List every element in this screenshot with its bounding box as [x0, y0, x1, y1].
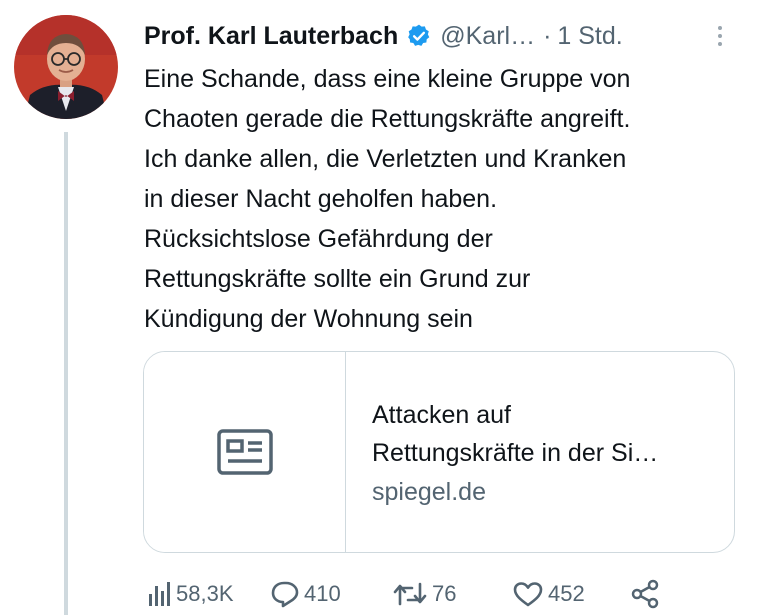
reply-count: 410 [304, 581, 341, 606]
tweet-timestamp[interactable]: 1 Std. [557, 22, 622, 51]
profile-photo [14, 15, 118, 119]
tweet-text-line: Rettungskräfte sollte ein Grund zur [144, 265, 531, 293]
more-options-icon[interactable] [712, 22, 728, 50]
thread-line [64, 132, 68, 615]
link-card-body: Attacken auf Rettungskräfte in der Si… s… [372, 396, 722, 510]
like-count: 452 [548, 581, 585, 606]
verified-badge-icon [406, 23, 432, 49]
views-count: 58,3K [176, 581, 234, 606]
article-icon [216, 429, 273, 475]
views-button[interactable]: 58,3K [146, 578, 234, 610]
link-card-thumbnail [144, 352, 346, 552]
avatar[interactable] [14, 15, 118, 119]
share-button[interactable] [630, 578, 660, 610]
tweet-actions: 58,3K 410 76 452 [146, 578, 746, 610]
retweet-count: 76 [432, 581, 457, 606]
tweet-text-line: Eine Schande, dass eine kleine Gruppe vo… [144, 65, 631, 93]
tweet-text-line: Ich danke allen, die Verletzten und Kran… [144, 145, 627, 173]
share-icon [631, 579, 659, 609]
link-preview-card[interactable]: Attacken auf Rettungskräfte in der Si… s… [143, 351, 735, 553]
reply-icon [271, 581, 299, 608]
like-icon [513, 582, 543, 607]
author-handle[interactable]: @Karl… [440, 22, 535, 51]
link-card-title: Rettungskräfte in der Si… [372, 439, 659, 467]
retweet-icon [393, 582, 427, 606]
link-card-title: Attacken auf [372, 401, 511, 429]
retweet-button[interactable]: 76 [392, 578, 456, 610]
tweet-header: Prof. Karl Lauterbach @Karl… · 1 Std. [144, 18, 623, 54]
reply-button[interactable]: 410 [270, 578, 341, 610]
author-name[interactable]: Prof. Karl Lauterbach [144, 22, 398, 51]
tweet-text-line: Rücksichtslose Gefährdung der [144, 225, 493, 253]
link-card-domain: spiegel.de [372, 478, 486, 506]
tweet-text-line: in dieser Nacht geholfen haben. [144, 185, 498, 213]
tweet-text: Eine Schande, dass eine kleine Gruppe vo… [144, 59, 744, 339]
header-separator: · [543, 21, 552, 50]
like-button[interactable]: 452 [512, 578, 585, 610]
views-icon [149, 582, 170, 606]
tweet-text-line: Kündigung der Wohnung sein [144, 305, 473, 333]
tweet-text-line: Chaoten gerade die Rettungskräfte angrei… [144, 105, 631, 133]
